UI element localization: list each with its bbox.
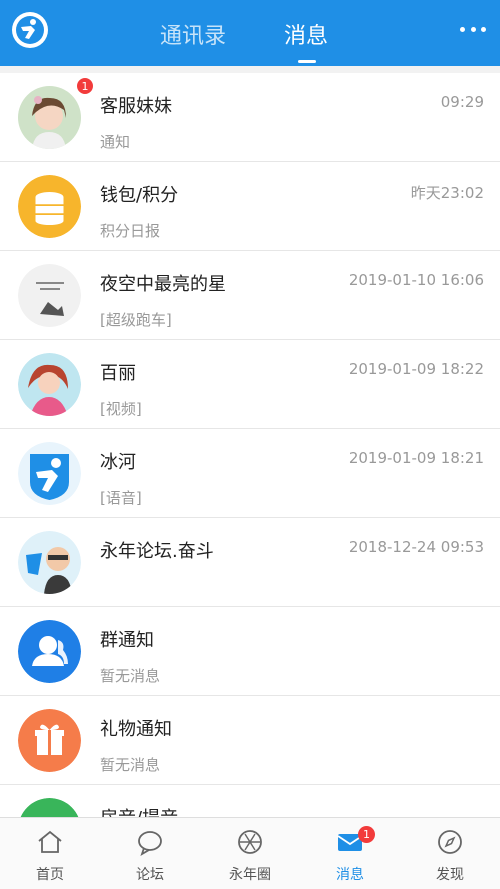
chat-bubble-icon bbox=[138, 831, 162, 856]
avatar bbox=[18, 531, 81, 594]
conversation-time: 2019-01-09 18:22 bbox=[348, 360, 484, 378]
avatar bbox=[18, 442, 81, 505]
gift-icon bbox=[18, 709, 81, 772]
nav-home[interactable]: 首页 bbox=[0, 818, 100, 889]
conversation-name: 夜空中最亮的星 bbox=[100, 274, 226, 295]
more-icon[interactable] bbox=[460, 27, 486, 35]
group-notification-icon bbox=[18, 620, 81, 683]
conversation-row[interactable]: 冰河 [语音] 2019-01-09 18:21 bbox=[0, 429, 500, 518]
conversation-name: 礼物通知 bbox=[100, 719, 172, 740]
conversation-name: 百丽 bbox=[100, 363, 136, 384]
bottom-nav: 首页 论坛 永年圈 1 消息 发现 bbox=[0, 817, 500, 889]
conversation-time: 2019-01-10 16:06 bbox=[348, 271, 484, 289]
nav-messages[interactable]: 1 消息 bbox=[300, 818, 400, 889]
tab-messages[interactable]: 消息 bbox=[284, 18, 328, 50]
nav-label: 首页 bbox=[36, 867, 64, 883]
conversation-time: 2018-12-24 09:53 bbox=[348, 538, 484, 556]
conversation-preview: [超级跑车] bbox=[100, 311, 172, 329]
aperture-icon bbox=[238, 830, 262, 854]
nav-unread-badge: 1 bbox=[358, 826, 375, 843]
conversation-time: 昨天23:02 bbox=[410, 184, 484, 202]
avatar bbox=[18, 86, 81, 149]
conversation-name: 钱包/积分 bbox=[100, 185, 179, 206]
conversation-name: 永年论坛.奋斗 bbox=[100, 541, 214, 562]
tab-contacts[interactable]: 通讯录 bbox=[160, 18, 226, 50]
nav-label: 永年圈 bbox=[229, 867, 271, 883]
unread-badge: 1 bbox=[76, 77, 94, 95]
conversation-preview: [语音] bbox=[100, 489, 142, 507]
conversation-preview: 通知 bbox=[100, 133, 131, 151]
wallet-icon bbox=[18, 175, 81, 238]
conversation-row[interactable]: 永年论坛.奋斗 2018-12-24 09:53 bbox=[0, 518, 500, 607]
conversation-name: 客服妹妹 bbox=[100, 96, 172, 117]
conversation-row[interactable]: 钱包/积分 积分日报 昨天23:02 bbox=[0, 162, 500, 251]
conversation-time: 09:29 bbox=[440, 93, 484, 111]
nav-label: 论坛 bbox=[136, 867, 164, 883]
app-logo-icon[interactable] bbox=[12, 12, 48, 48]
home-icon bbox=[38, 830, 62, 853]
conversation-preview: 暂无消息 bbox=[100, 756, 161, 774]
conversation-time: 2019-01-09 18:21 bbox=[348, 449, 484, 467]
active-tab-indicator bbox=[298, 60, 316, 63]
nav-discover[interactable]: 发现 bbox=[400, 818, 500, 889]
conversation-name: 冰河 bbox=[100, 452, 136, 473]
conversation-name: 群通知 bbox=[100, 630, 154, 651]
nav-forum[interactable]: 论坛 bbox=[100, 818, 200, 889]
nav-label: 消息 bbox=[336, 867, 364, 883]
conversation-preview: 暂无消息 bbox=[100, 667, 161, 685]
conversation-preview: 积分日报 bbox=[100, 222, 161, 240]
conversation-row[interactable]: 礼物通知 暂无消息 bbox=[0, 696, 500, 785]
avatar bbox=[18, 264, 81, 327]
avatar bbox=[18, 353, 81, 416]
conversation-preview: [视频] bbox=[100, 400, 142, 418]
conversation-row[interactable]: 百丽 [视频] 2019-01-09 18:22 bbox=[0, 340, 500, 429]
conversation-name: 房音/提音 bbox=[100, 804, 178, 817]
conversation-row[interactable]: 群通知 暂无消息 bbox=[0, 607, 500, 696]
nav-circle[interactable]: 永年圈 bbox=[200, 818, 300, 889]
compass-icon bbox=[438, 830, 462, 854]
conversation-row[interactable]: 房音/提音 bbox=[0, 785, 500, 817]
conversation-list[interactable]: 1 客服妹妹 通知 09:29 钱包/积分 积分日报 昨天23:02 夜空中最亮… bbox=[0, 73, 500, 817]
conversation-row[interactable]: 夜空中最亮的星 [超级跑车] 2019-01-10 16:06 bbox=[0, 251, 500, 340]
top-bar: 通讯录 消息 bbox=[0, 0, 500, 66]
nav-label: 发现 bbox=[436, 867, 464, 883]
conversation-row[interactable]: 1 客服妹妹 通知 09:29 bbox=[0, 73, 500, 162]
green-icon bbox=[18, 798, 81, 817]
